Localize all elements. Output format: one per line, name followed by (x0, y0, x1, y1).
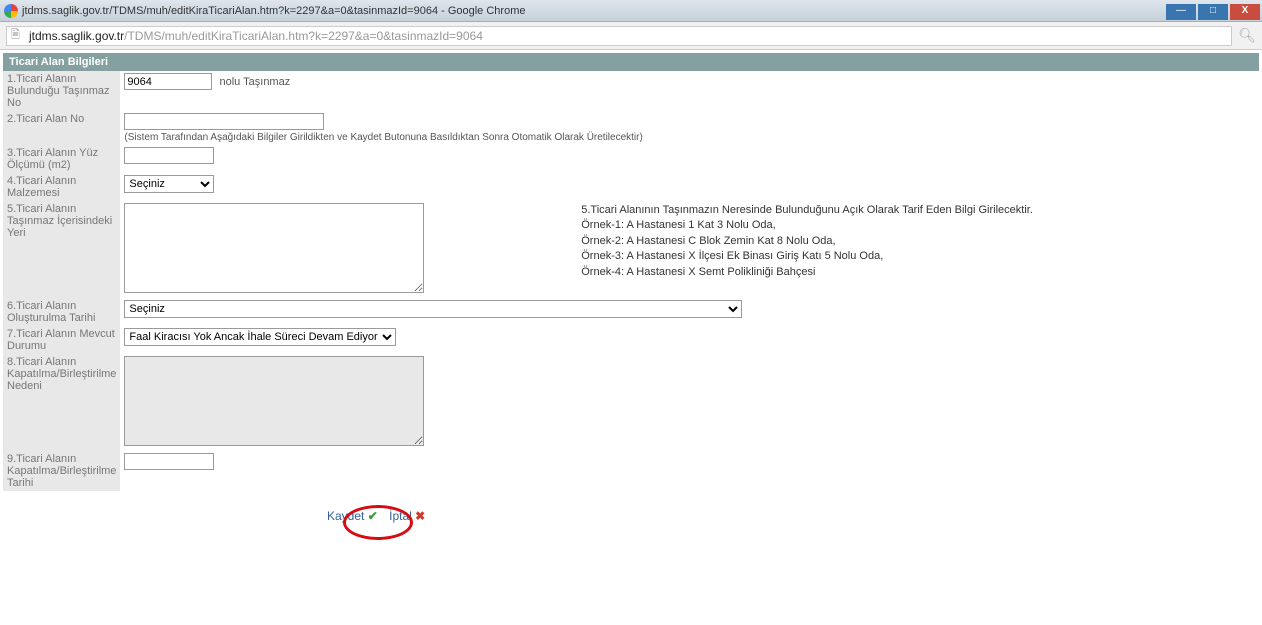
label-yuzolcum: 3.Ticari Alanın Yüz Ölçümü (m2) (3, 145, 120, 173)
mevcut-durum-select[interactable]: Faal Kiracısı Yok Ancak İhale Süreci Dev… (124, 328, 396, 346)
info-line: Örnek-3: A Hastanesi X İlçesi Ek Binası … (581, 249, 1255, 264)
form-row: 2.Ticari Alan No (Sistem Tarafından Aşağ… (3, 111, 1259, 145)
window-titlebar: jtdms.saglik.gov.tr/TDMS/muh/editKiraTic… (0, 0, 1262, 22)
section-header: Ticari Alan Bilgileri (3, 53, 1259, 71)
label-olusturma: 6.Ticari Alanın Oluşturulma Tarihi (3, 298, 120, 326)
check-icon: ✔ (368, 509, 378, 523)
cancel-button[interactable]: İptal ✖ (389, 509, 425, 523)
window-minimize-button[interactable]: — (1166, 4, 1196, 20)
button-row: Kaydet ✔ İptal ✖ (3, 491, 1259, 531)
kapatma-nedeni-textarea (124, 356, 424, 446)
window-title: jtdms.saglik.gov.tr/TDMS/muh/editKiraTic… (22, 5, 525, 17)
form-row: 6.Ticari Alanın Oluşturulma Tarihi Seçin… (3, 298, 1259, 326)
file-icon: 🗎 (11, 26, 25, 45)
form-row: 9.Ticari Alanın Kapatılma/Birleştirilme … (3, 451, 1259, 491)
save-button-label: Kaydet (327, 509, 364, 523)
form-row: 4.Ticari Alanın Malzemesi Seçiniz (3, 173, 1259, 201)
form-row: 7.Ticari Alanın Mevcut Durumu Faal Kirac… (3, 326, 1259, 354)
info-line: Örnek-2: A Hastanesi C Blok Zemin Kat 8 … (581, 234, 1255, 249)
url-path: /TDMS/muh/editKiraTicariAlan.htm?k=2297&… (124, 29, 483, 43)
info-line: Örnek-1: A Hastanesi 1 Kat 3 Nolu Oda, (581, 218, 1255, 233)
yeri-info-block: 5.Ticari Alanının Taşınmazın Neresinde B… (577, 201, 1259, 298)
label-ticari-alan-no: 2.Ticari Alan No (3, 111, 120, 145)
info-line: 5.Ticari Alanının Taşınmazın Neresinde B… (581, 203, 1255, 218)
chrome-icon (4, 4, 18, 18)
info-line: Örnek-4: A Hastanesi X Semt Polikliniği … (581, 265, 1255, 280)
tasinmaz-no-input[interactable] (124, 73, 212, 90)
malzeme-select[interactable]: Seçiniz (124, 175, 214, 193)
form-row: 3.Ticari Alanın Yüz Ölçümü (m2) (3, 145, 1259, 173)
yuzolcum-input[interactable] (124, 147, 214, 164)
yeri-textarea[interactable] (124, 203, 424, 293)
ticari-alan-no-input[interactable] (124, 113, 324, 130)
url-input[interactable]: 🗎 jtdms.saglik.gov.tr /TDMS/muh/editKira… (6, 26, 1232, 46)
tasinmaz-suffix: nolu Taşınmaz (219, 76, 290, 88)
label-malzeme: 4.Ticari Alanın Malzemesi (3, 173, 120, 201)
label-kapatma-tarihi: 9.Ticari Alanın Kapatılma/Birleştirilme … (3, 451, 120, 491)
label-mevcut-durum: 7.Ticari Alanın Mevcut Durumu (3, 326, 120, 354)
kapatma-tarihi-input (124, 453, 214, 470)
close-icon: ✖ (415, 509, 425, 523)
search-icon[interactable]: 🔍︎ (1238, 27, 1256, 44)
save-button[interactable]: Kaydet ✔ (327, 509, 381, 523)
label-kapatma-nedeni: 8.Ticari Alanın Kapatılma/Birleştirilme … (3, 354, 120, 451)
window-close-button[interactable]: X (1230, 4, 1260, 20)
olusturma-select[interactable]: Seçiniz (124, 300, 742, 318)
form-row: 1.Ticari Alanın Bulunduğu Taşınmaz No no… (3, 71, 1259, 111)
label-tasinmaz-no: 1.Ticari Alanın Bulunduğu Taşınmaz No (3, 71, 120, 111)
form-row: 8.Ticari Alanın Kapatılma/Birleştirilme … (3, 354, 1259, 451)
form-row: 5.Ticari Alanın Taşınmaz İçerisindeki Ye… (3, 201, 1259, 298)
window-maximize-button[interactable]: □ (1198, 4, 1228, 20)
cancel-button-label: İptal (389, 509, 412, 523)
ticari-alan-hint: (Sistem Tarafından Aşağıdaki Bilgiler Gi… (124, 132, 1255, 143)
address-bar: 🗎 jtdms.saglik.gov.tr /TDMS/muh/editKira… (0, 22, 1262, 50)
label-yeri: 5.Ticari Alanın Taşınmaz İçerisindeki Ye… (3, 201, 120, 298)
url-domain: jtdms.saglik.gov.tr (29, 29, 124, 43)
